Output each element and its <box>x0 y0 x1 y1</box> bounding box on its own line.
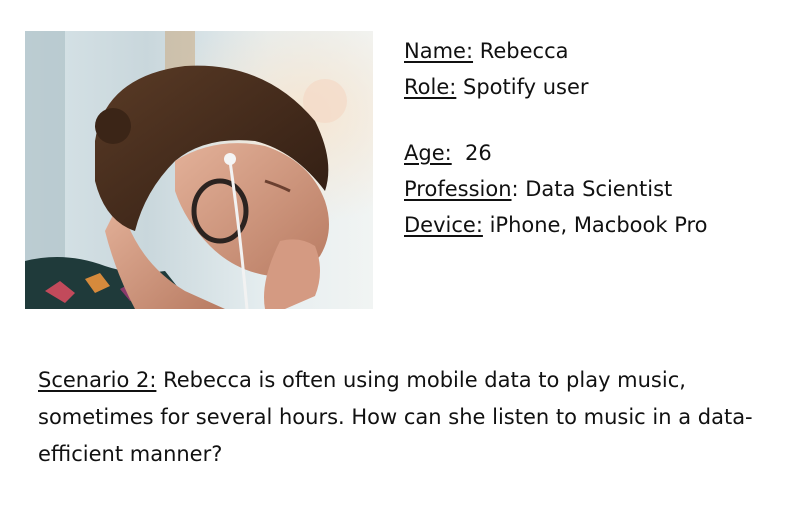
profession-row: Profession: Data Scientist <box>404 174 708 204</box>
scenario-label: Scenario 2: <box>38 368 157 392</box>
age-row: Age: 26 <box>404 138 708 168</box>
age-label: Age: <box>404 141 452 165</box>
woman-with-earphones-photo <box>25 31 373 309</box>
persona-photo <box>25 31 373 309</box>
role-label: Role: <box>404 75 457 99</box>
persona-details: Name: Rebecca Role: Spotify user Age: 26… <box>404 36 708 240</box>
scenario-text: Scenario 2: Rebecca is often using mobil… <box>38 362 773 473</box>
device-value: iPhone, Macbook Pro <box>482 213 708 237</box>
profession-label: Profession <box>404 177 512 201</box>
role-value: Spotify user <box>456 75 589 99</box>
device-row: Device: iPhone, Macbook Pro <box>404 210 708 240</box>
role-row: Role: Spotify user <box>404 72 708 102</box>
age-value: 26 <box>451 141 492 165</box>
device-label: Device: <box>404 213 483 237</box>
name-value: Rebecca <box>473 39 569 63</box>
name-row: Name: Rebecca <box>404 36 708 66</box>
profession-value: : Data Scientist <box>511 177 673 201</box>
name-label: Name: <box>404 39 474 63</box>
